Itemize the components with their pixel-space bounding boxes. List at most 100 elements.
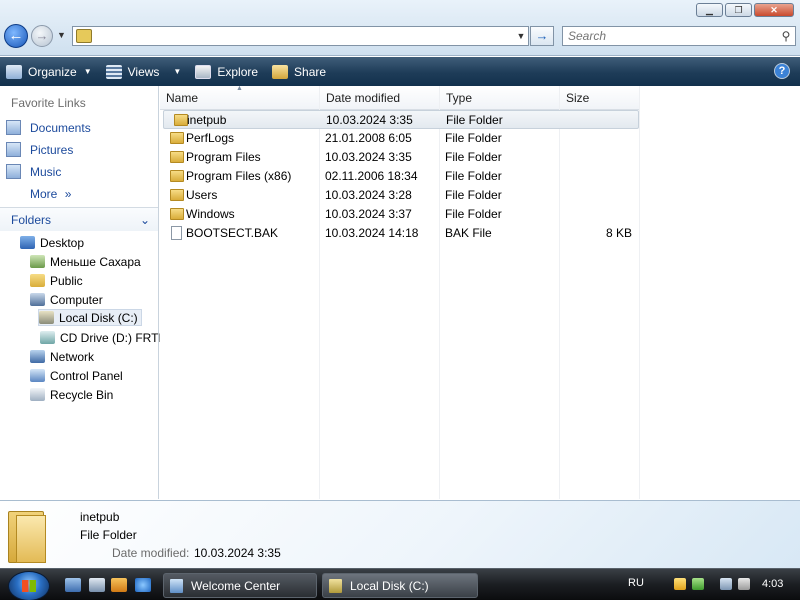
address-dropdown-icon[interactable]: ▼ (514, 31, 528, 41)
task-label: Welcome Center (191, 578, 281, 593)
more-links-button[interactable]: More » (30, 187, 71, 201)
security-alert-icon[interactable] (674, 578, 686, 590)
folder-icon (170, 170, 184, 182)
desktop-icon (20, 236, 35, 249)
tree-item-label: Меньше Сахара (50, 254, 141, 269)
windows-start-icon[interactable] (8, 571, 50, 600)
column-header-size[interactable]: Size (560, 86, 640, 110)
file-row[interactable]: PerfLogs 21.01.2008 6:05 File Folder (160, 129, 640, 148)
views-icon (105, 64, 122, 79)
clock[interactable]: 4:03 (762, 578, 783, 590)
tray-app-icon[interactable] (692, 578, 704, 590)
organize-button[interactable]: Organize ▼ (6, 64, 92, 79)
recycle-bin-icon (30, 388, 45, 401)
show-desktop-icon[interactable] (65, 578, 81, 592)
search-icon[interactable]: ⚲ (777, 29, 795, 43)
file-row[interactable]: inetpub 10.03.2024 3:35 File Folder (163, 110, 639, 129)
share-button[interactable]: Share (272, 64, 327, 79)
folder-icon (174, 114, 188, 126)
tree-item-control-panel[interactable]: Control Panel (30, 367, 123, 384)
folders-title: Folders (11, 212, 52, 227)
file-name: Program Files (186, 150, 261, 164)
tree-item-desktop[interactable]: Desktop (20, 234, 84, 251)
favorite-link-pictures[interactable]: Pictures (6, 142, 73, 157)
column-label: Name (166, 91, 199, 105)
tree-item-user[interactable]: Меньше Сахара (30, 253, 141, 270)
chevron-down-icon: ⌄ (139, 212, 150, 227)
volume-muted-icon[interactable] (738, 578, 750, 590)
taskbar-button-welcome-center[interactable]: Welcome Center (163, 573, 317, 598)
search-box[interactable]: ⚲ (562, 26, 796, 46)
favorite-link-music[interactable]: Music (6, 164, 61, 179)
language-indicator[interactable]: RU (628, 577, 644, 589)
command-bar: Organize ▼ Views ▼ Explore Share ? (0, 57, 800, 86)
internet-explorer-icon[interactable] (135, 578, 151, 592)
tree-item-public[interactable]: Public (30, 272, 83, 289)
tree-item-recycle-bin[interactable]: Recycle Bin (30, 386, 113, 403)
file-row[interactable]: Program Files 10.03.2024 3:35 File Folde… (160, 148, 640, 167)
file-name: Windows (186, 207, 235, 221)
column-header-date[interactable]: Date modified (320, 86, 440, 110)
explore-button[interactable]: Explore (195, 64, 258, 79)
forward-arrow-icon[interactable]: → (31, 25, 53, 47)
help-icon[interactable]: ? (774, 63, 790, 79)
taskbar: Welcome Center Local Disk (C:) RU 4:03 (0, 568, 800, 600)
switch-windows-icon[interactable] (89, 578, 105, 592)
chevron-down-icon: ▼ (83, 67, 92, 76)
tree-item-label: Public (50, 273, 83, 288)
network-icon[interactable] (720, 578, 732, 590)
tree-item-label: Recycle Bin (50, 387, 114, 402)
search-input[interactable] (563, 28, 777, 44)
task-label: Local Disk (C:) (350, 578, 429, 593)
file-type: File Folder (445, 169, 502, 183)
tree-item-cd-drive[interactable]: CD Drive (D:) FRTI (40, 329, 162, 346)
back-arrow-icon[interactable]: ← (4, 24, 28, 48)
folders-header[interactable]: Folders ⌄ (0, 207, 158, 231)
maximize-button[interactable]: ❐ (725, 3, 752, 17)
address-bar[interactable]: ▼ (72, 26, 529, 46)
close-button[interactable]: ✕ (754, 3, 794, 17)
favorite-links-title: Favorite Links (11, 96, 86, 110)
navigation-pane: Favorite Links Documents Pictures Music … (0, 86, 162, 499)
file-date: 10.03.2024 14:18 (325, 226, 419, 240)
tree-item-label: Computer (50, 292, 103, 307)
share-icon (272, 64, 289, 79)
minimize-button[interactable]: ▁ (696, 3, 723, 17)
file-type: BAK File (445, 226, 492, 240)
detail-modified-value: 10.03.2024 3:35 (194, 546, 281, 560)
favorite-link-documents[interactable]: Documents (6, 120, 91, 135)
file-row[interactable]: Windows 10.03.2024 3:37 File Folder (160, 205, 640, 224)
file-row[interactable]: Program Files (x86) 02.11.2006 18:34 Fil… (160, 167, 640, 186)
drive-icon (76, 29, 92, 43)
go-arrow-icon[interactable]: → (530, 26, 554, 46)
folder-icon (170, 151, 184, 163)
views-label: Views (127, 64, 160, 79)
file-row[interactable]: Users 10.03.2024 3:28 File Folder (160, 186, 640, 205)
tree-item-computer[interactable]: Computer (30, 291, 103, 308)
column-header-name[interactable]: Name ▲ (160, 85, 320, 110)
recent-pages-dropdown-icon[interactable]: ▼ (57, 30, 66, 40)
file-date: 02.11.2006 18:34 (325, 169, 418, 183)
folder-icon (8, 505, 48, 563)
file-name: Users (186, 188, 218, 202)
file-date: 10.03.2024 3:28 (325, 188, 412, 202)
taskbar-button-local-disk[interactable]: Local Disk (C:) (322, 573, 478, 598)
media-player-icon[interactable] (111, 578, 127, 592)
share-label: Share (294, 64, 327, 79)
file-row[interactable]: BOOTSECT.BAK 10.03.2024 14:18 BAK File 8… (160, 224, 640, 243)
tree-item-label: Desktop (40, 235, 85, 250)
pictures-icon (6, 142, 21, 157)
tree-item-network[interactable]: Network (30, 348, 94, 365)
column-header-type[interactable]: Type (440, 86, 560, 110)
folder-icon (30, 274, 45, 287)
detail-modified-label: Date modified: (112, 546, 190, 560)
double-chevron-right-icon: » (64, 187, 72, 201)
views-button[interactable]: Views ▼ (105, 64, 181, 79)
more-label: More (30, 187, 58, 201)
file-date: 10.03.2024 3:35 (326, 113, 413, 127)
tree-item-local-disk[interactable]: Local Disk (C:) (38, 309, 142, 326)
drive-icon (329, 578, 342, 593)
drive-icon (39, 311, 54, 324)
network-icon (30, 350, 45, 363)
file-list: Name ▲ Date modified Type Size inetpub 1… (160, 85, 800, 499)
